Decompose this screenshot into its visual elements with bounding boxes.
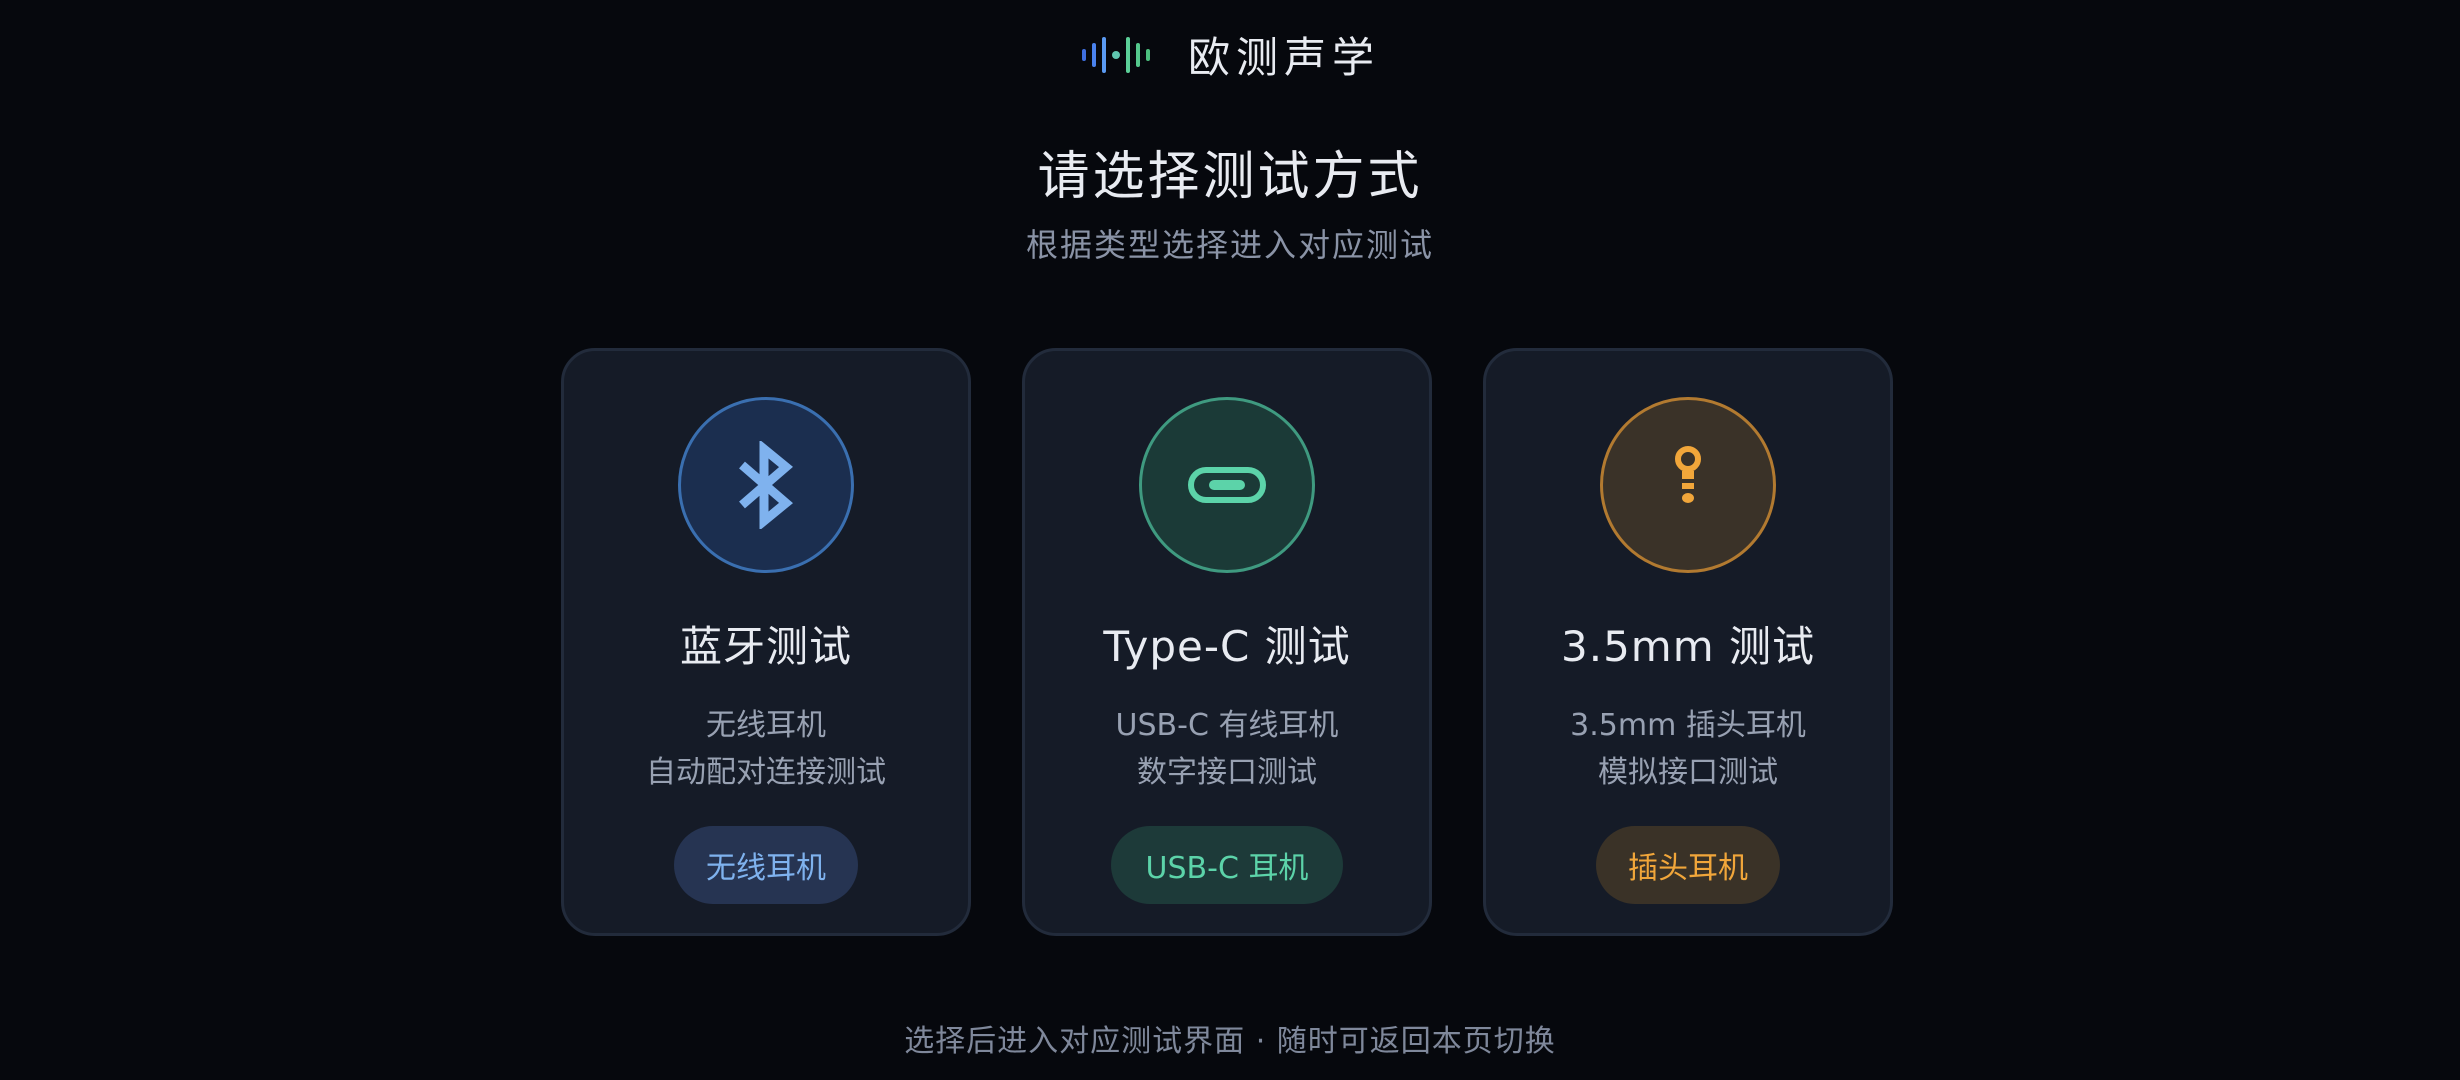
card-tag: USB-C 耳机 <box>1111 826 1343 904</box>
card-description: USB-C 有线耳机 数字接口测试 <box>1116 702 1339 796</box>
card-desc-line: 3.5mm 插头耳机 <box>1570 708 1806 743</box>
sound-wave-icon <box>1081 36 1150 73</box>
brand-name: 欧测声学 <box>1187 33 1380 82</box>
card-desc-line: 模拟接口测试 <box>1597 755 1778 790</box>
card-desc-line: 数字接口测试 <box>1136 755 1317 790</box>
card-description: 3.5mm 插头耳机 模拟接口测试 <box>1570 702 1806 796</box>
usb-c-icon <box>1188 467 1266 503</box>
card-desc-line: 无线耳机 <box>706 708 826 743</box>
card-tag: 插头耳机 <box>1596 826 1780 904</box>
audio-jack-test-card[interactable]: 3.5mm 测试 3.5mm 插头耳机 模拟接口测试 插头耳机 <box>1483 348 1893 936</box>
bluetooth-icon-badge <box>678 397 854 573</box>
card-title: 蓝牙测试 <box>679 622 852 671</box>
bluetooth-icon <box>739 441 793 529</box>
usb-c-icon-badge <box>1139 397 1315 573</box>
card-desc-line: 自动配对连接测试 <box>646 755 886 790</box>
audio-jack-icon <box>1675 446 1701 503</box>
page-subtitle: 根据类型选择进入对应测试 <box>1025 226 1434 264</box>
card-title: 3.5mm 测试 <box>1561 622 1815 671</box>
bluetooth-test-card[interactable]: 蓝牙测试 无线耳机 自动配对连接测试 无线耳机 <box>561 348 971 936</box>
audio-jack-icon-badge <box>1600 397 1776 573</box>
brand-header: 欧测声学 <box>0 24 2460 85</box>
card-description: 无线耳机 自动配对连接测试 <box>646 702 886 796</box>
footer-hint: 选择后进入对应测试界面 · 随时可返回本页切换 <box>904 1024 1556 1059</box>
card-tag: 无线耳机 <box>674 826 858 904</box>
test-mode-selection-page: 欧测声学 请选择测试方式 根据类型选择进入对应测试 蓝牙测试 无线耳机 自动配对… <box>0 0 2460 1080</box>
card-title: Type-C 测试 <box>1103 622 1351 671</box>
type-c-test-card[interactable]: Type-C 测试 USB-C 有线耳机 数字接口测试 USB-C 耳机 <box>1022 348 1432 936</box>
card-desc-line: USB-C 有线耳机 <box>1115 708 1339 743</box>
page-title: 请选择测试方式 <box>1037 147 1423 207</box>
test-mode-cards: 蓝牙测试 无线耳机 自动配对连接测试 无线耳机 Type-C 测试 USB-C … <box>561 348 1893 936</box>
